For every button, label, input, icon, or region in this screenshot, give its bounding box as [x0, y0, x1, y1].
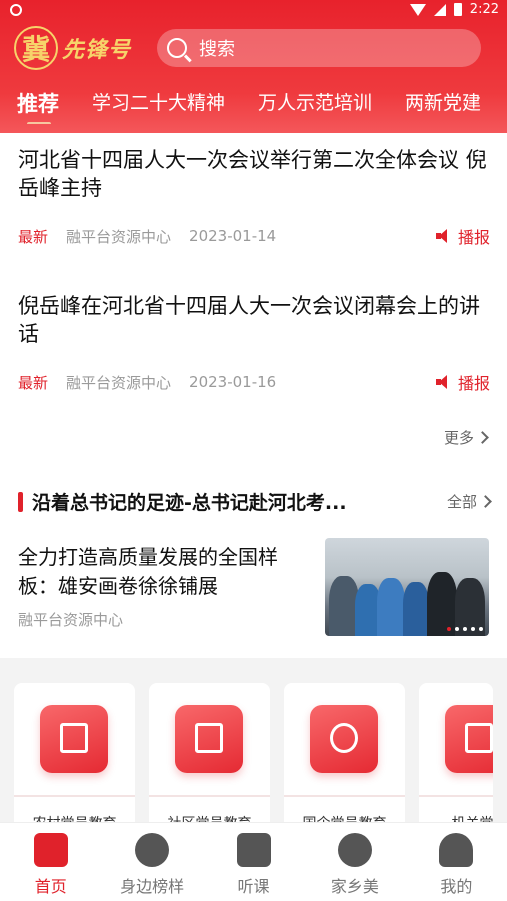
- logo-text: 先锋号: [62, 37, 132, 63]
- feature-article[interactable]: 全力打造高质量发展的全国样板：雄安画卷徐徐铺展 融平台资源中心: [18, 543, 308, 630]
- chevron-right-icon: [479, 495, 492, 508]
- nav-label: 我的: [440, 877, 473, 896]
- nav-label: 听课: [237, 877, 270, 896]
- carousel-dot: [463, 627, 467, 631]
- logo-seal: 冀: [14, 26, 58, 70]
- status-bar: 2:22: [0, 0, 507, 22]
- card-divider: [149, 795, 270, 797]
- nav-label: 家乡美: [330, 877, 379, 896]
- signal-icon: [433, 3, 446, 16]
- nav-lectures[interactable]: 听课: [203, 823, 304, 901]
- more-label: 更多: [443, 429, 474, 447]
- news-source: 融平台资源中心: [66, 227, 172, 246]
- card-community-party[interactable]: 社区党员教育: [149, 683, 270, 833]
- all-link[interactable]: 全部: [446, 491, 492, 512]
- building-icon: [40, 705, 108, 773]
- tab-study-20th[interactable]: 学习二十大精神: [92, 84, 225, 124]
- battery-icon: [453, 3, 462, 16]
- status-right: 2:22: [409, 2, 499, 17]
- all-label: 全部: [446, 493, 477, 511]
- chevron-right-icon: [476, 431, 489, 444]
- section-title[interactable]: 沿着总书记的足迹-总书记赴河北考...: [32, 488, 402, 515]
- feature-title[interactable]: 全力打造高质量发展的全国样板：雄安画卷徐徐铺展: [18, 543, 308, 601]
- news-title[interactable]: 河北省十四届人大一次会议举行第二次全体会议 倪岳峰主持: [18, 146, 490, 202]
- status-time: 2:22: [469, 2, 499, 17]
- carousel-dot: [471, 627, 475, 631]
- card-divider: [419, 795, 493, 797]
- bottom-navigation: 首页 身边榜样 听课 家乡美 我的: [0, 822, 507, 901]
- photo-figure: [403, 582, 429, 636]
- wifi-icon: [409, 3, 426, 16]
- carousel-dots: [447, 627, 483, 631]
- nav-label: 身边榜样: [120, 877, 185, 896]
- tab-recommend[interactable]: 推荐: [17, 84, 59, 124]
- latest-tag: 最新: [18, 373, 49, 392]
- glyph-shape: [60, 723, 88, 753]
- medal-icon: [135, 833, 170, 867]
- tab-demo-training[interactable]: 万人示范培训: [258, 84, 372, 124]
- person-icon: [439, 833, 474, 867]
- app-header: 2:22 冀 先锋号 搜索 推荐 学习二十大精神 万人示范培训 两新党建: [0, 0, 507, 133]
- speaker-icon: [435, 375, 452, 389]
- nav-role-models[interactable]: 身边榜样: [101, 823, 202, 901]
- office-icon: [175, 705, 243, 773]
- card-divider: [14, 795, 135, 797]
- carousel-dot: [447, 627, 451, 631]
- speaker-icon: [435, 229, 452, 243]
- lecture-icon: [236, 833, 271, 867]
- feature-source: 融平台资源中心: [18, 611, 124, 629]
- app-logo: 冀 先锋号: [14, 26, 131, 70]
- home-book-icon: [33, 833, 68, 867]
- news-meta: 最新 融平台资源中心 2023-01-14 播报: [18, 224, 490, 248]
- carousel-dot: [455, 627, 459, 631]
- card-divider: [284, 795, 405, 797]
- news-source: 融平台资源中心: [66, 373, 172, 392]
- star-badge-icon: [310, 705, 378, 773]
- play-label: 播报: [457, 374, 490, 393]
- play-label: 播报: [457, 228, 490, 247]
- nav-label: 首页: [34, 877, 67, 896]
- feature-image[interactable]: [325, 538, 489, 636]
- search-bar[interactable]: 搜索: [157, 29, 481, 67]
- section-accent-bar: [18, 491, 23, 512]
- section-header: 沿着总书记的足迹-总书记赴河北考... 全部: [18, 488, 492, 515]
- search-icon: [167, 38, 187, 58]
- card-soe-party[interactable]: 国企党员教育: [284, 683, 405, 833]
- news-date: 2023-01-14: [189, 227, 277, 245]
- landscape-icon: [337, 833, 372, 867]
- play-button[interactable]: 播报: [435, 370, 490, 394]
- carousel-dot: [479, 627, 483, 631]
- photo-figure: [377, 578, 405, 636]
- category-tabs: 推荐 学习二十大精神 万人示范培训 两新党建: [0, 84, 507, 124]
- bank-icon: [445, 705, 493, 773]
- latest-tag: 最新: [18, 227, 49, 246]
- news-item[interactable]: 河北省十四届人大一次会议举行第二次全体会议 倪岳峰主持 最新 融平台资源中心 2…: [18, 146, 490, 248]
- tab-two-new-party[interactable]: 两新党建: [405, 84, 481, 124]
- news-meta: 最新 融平台资源中心 2023-01-16 播报: [18, 370, 490, 394]
- news-title[interactable]: 倪岳峰在河北省十四届人大一次会议闭幕会上的讲话: [18, 292, 490, 348]
- more-link[interactable]: 更多: [443, 427, 489, 448]
- nav-hometown[interactable]: 家乡美: [304, 823, 405, 901]
- glyph-shape: [465, 723, 493, 753]
- news-item[interactable]: 倪岳峰在河北省十四届人大一次会议闭幕会上的讲话 最新 融平台资源中心 2023-…: [18, 292, 490, 394]
- glyph-shape: [195, 723, 223, 753]
- news-date: 2023-01-16: [189, 373, 277, 391]
- app-status-icon: [10, 4, 22, 16]
- card-rural-party[interactable]: 农村党员教育: [14, 683, 135, 833]
- nav-home[interactable]: 首页: [0, 823, 101, 901]
- search-placeholder: 搜索: [199, 39, 235, 60]
- nav-mine[interactable]: 我的: [406, 823, 507, 901]
- glyph-shape: [330, 723, 358, 753]
- play-button[interactable]: 播报: [435, 224, 490, 248]
- card-agency-party[interactable]: 机关党员: [419, 683, 493, 833]
